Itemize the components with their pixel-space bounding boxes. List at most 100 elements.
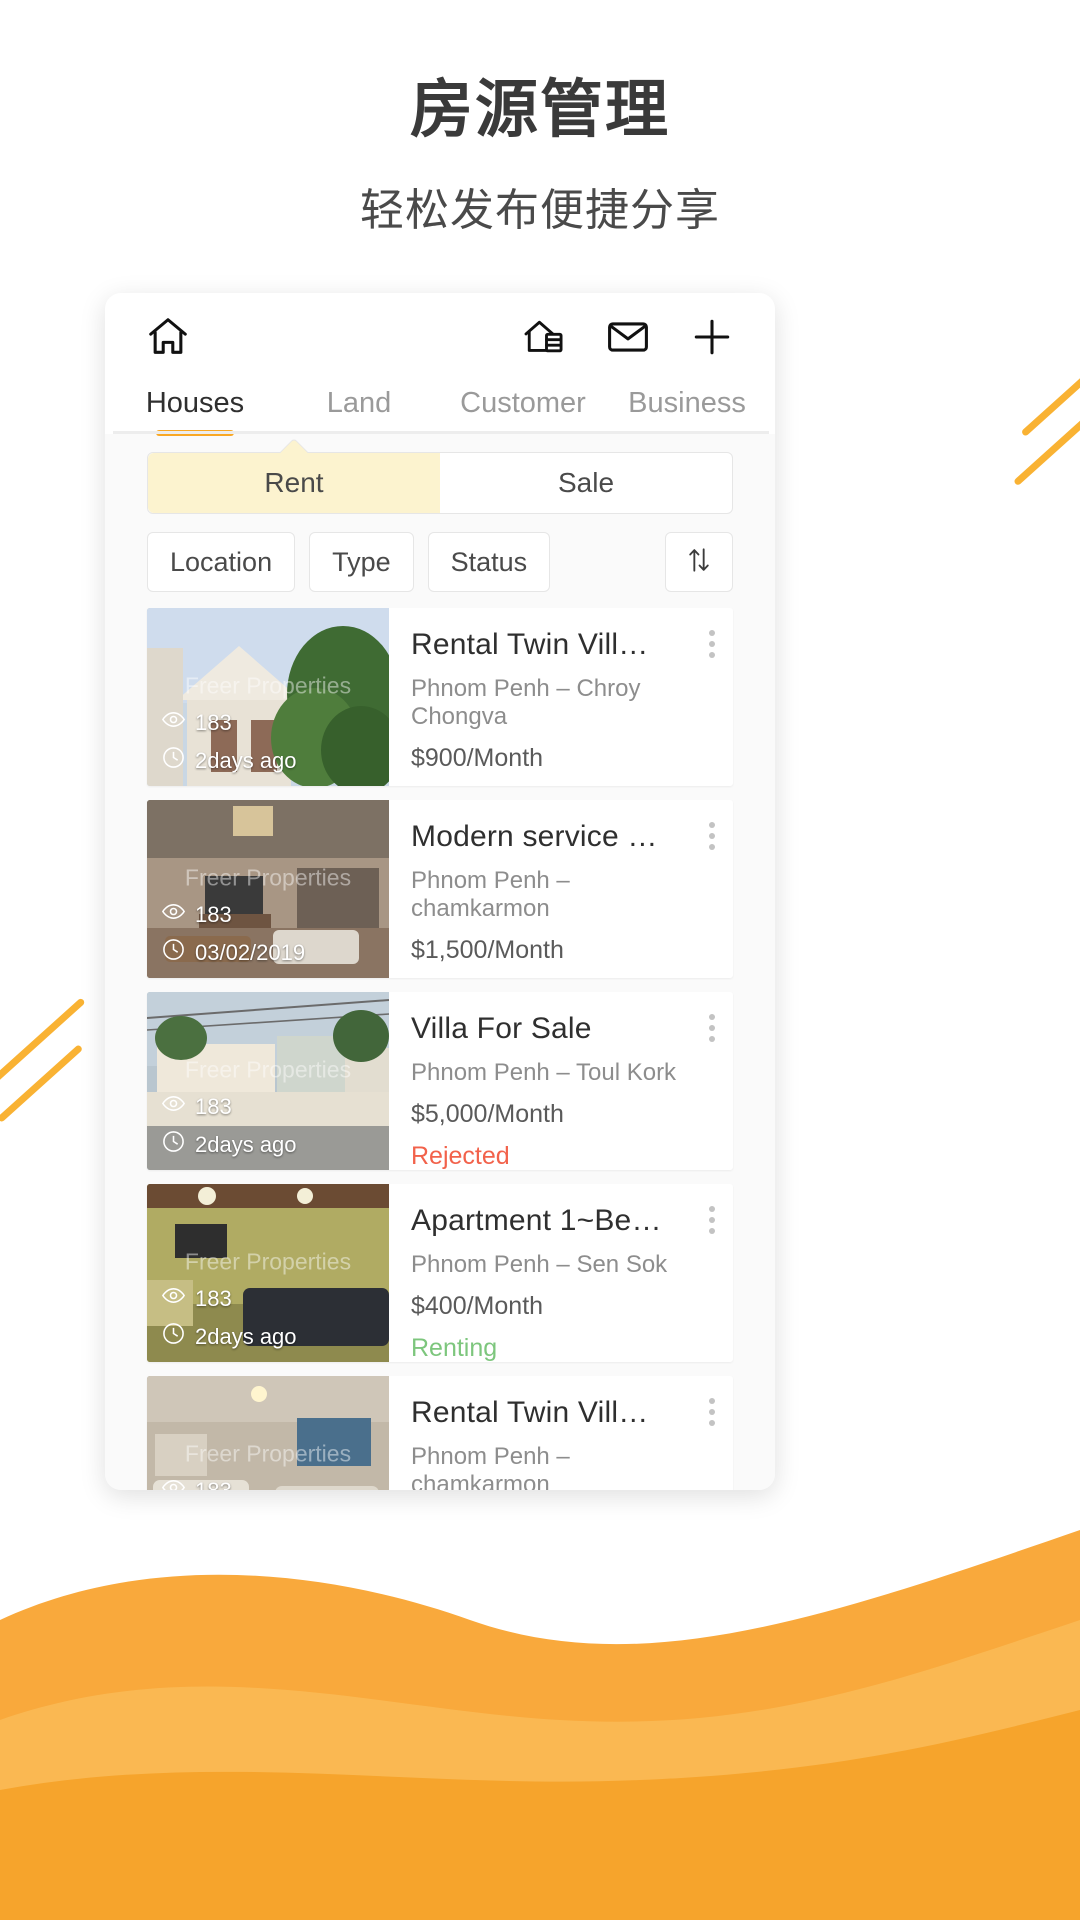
- clock-icon: [161, 937, 186, 968]
- listing-info: Villa For Sale Phnom Penh – Toul Kork $5…: [389, 992, 733, 1170]
- plus-icon[interactable]: [689, 314, 735, 360]
- thumbnail-meta: 183 2days ago: [161, 1276, 297, 1352]
- filter-status[interactable]: Status: [427, 532, 551, 592]
- segment-sale[interactable]: Sale: [440, 453, 732, 513]
- views-count: 183: [195, 901, 232, 927]
- views-count: 183: [195, 1093, 232, 1119]
- segment-active-notch: [279, 437, 309, 467]
- thumbnail-watermark: Freer Properties: [184, 1440, 352, 1467]
- thumbnail-meta: 183 03/02/2019: [161, 892, 305, 968]
- listing-info: Rental Twin Villa Chroy ... Phnom Penh –…: [389, 608, 733, 786]
- time-text: 2days ago: [195, 747, 297, 773]
- sort-button[interactable]: [665, 532, 733, 592]
- page-title: 房源管理: [410, 75, 670, 145]
- views-count: 183: [195, 1477, 232, 1491]
- thumbnail-watermark: Freer Properties: [184, 1248, 352, 1275]
- mail-icon[interactable]: [605, 314, 651, 360]
- listing-location: Phnom Penh – Toul Kork: [411, 1059, 677, 1086]
- clock-icon: [161, 1321, 186, 1352]
- eye-icon: [161, 707, 186, 738]
- listing-title: Modern service apartme ...: [411, 820, 711, 853]
- thumbnail-watermark: Freer Properties: [184, 1056, 352, 1083]
- rent-sale-toggle-wrapper: Rent Sale: [105, 434, 775, 514]
- listing-title: Villa For Sale: [411, 1012, 592, 1045]
- listing-card[interactable]: Freer Properties 183 2days ago: [147, 608, 733, 786]
- listing-title: Rental Twin Villa Chroy ...: [411, 628, 711, 661]
- tab-customer-label: Customer: [460, 387, 586, 419]
- views-row: 183: [161, 1283, 297, 1314]
- decor-stripe-right-1: [1020, 338, 1080, 437]
- segment-rent-label: Rent: [264, 467, 324, 498]
- views-count: 183: [195, 709, 232, 735]
- listing-list[interactable]: Freer Properties 183 2days ago Rental Tw…: [105, 608, 775, 1490]
- more-options-icon[interactable]: [709, 630, 715, 658]
- listing-status: Renting: [411, 1334, 498, 1362]
- filter-status-label: Status: [450, 546, 528, 577]
- more-options-icon[interactable]: [709, 822, 715, 850]
- time-row: 2days ago: [161, 745, 297, 776]
- listing-thumbnail[interactable]: Freer Properties 183 03/02/2019: [147, 800, 389, 978]
- tab-business-label: Business: [628, 387, 746, 419]
- segment-rent[interactable]: Rent: [148, 437, 440, 513]
- more-options-icon[interactable]: [709, 1206, 715, 1234]
- views-count: 183: [195, 1285, 232, 1311]
- thumbnail-watermark: Freer Properties: [184, 672, 352, 699]
- filter-type-label: Type: [332, 546, 391, 577]
- tab-land-label: Land: [326, 387, 392, 419]
- tab-land[interactable]: Land: [277, 381, 441, 434]
- listing-card[interactable]: Freer Properties 183 2days ago: [147, 992, 733, 1170]
- time-row: 2days ago: [161, 1129, 297, 1160]
- filter-type[interactable]: Type: [309, 532, 414, 592]
- listing-location: Phnom Penh – chamkarmon: [411, 867, 570, 922]
- listing-location: Phnom Penh – Chroy Chongva: [411, 675, 641, 730]
- listing-info: Modern service apartme ... Phnom Penh – …: [389, 800, 733, 978]
- listing-price: $1,500/Month: [411, 936, 564, 964]
- home-icon[interactable]: [145, 314, 191, 360]
- main-tabs: Houses Land Customer Business: [105, 381, 775, 436]
- thumbnail-meta: 183 2days ago: [161, 1084, 297, 1160]
- listing-status: Rejected: [411, 1142, 510, 1170]
- listing-location: Phnom Penh – Sen Sok: [411, 1251, 668, 1278]
- tab-houses-label: Houses: [145, 387, 245, 419]
- more-options-icon[interactable]: [709, 1014, 715, 1042]
- tab-business[interactable]: Business: [605, 381, 769, 434]
- time-text: 2days ago: [195, 1323, 297, 1349]
- filter-bar: Location Type Status: [105, 514, 775, 608]
- more-options-icon[interactable]: [709, 1398, 715, 1426]
- decor-stripe-left-2: [0, 1044, 84, 1123]
- clock-icon: [161, 1129, 186, 1160]
- thumbnail-meta: 183 2days ago: [161, 1468, 297, 1490]
- clock-icon: [161, 745, 186, 776]
- thumbnail-meta: 183 2days ago: [161, 700, 297, 776]
- views-row: 183: [161, 1091, 297, 1122]
- tabs-divider: [113, 431, 769, 434]
- time-text: 2days ago: [195, 1131, 297, 1157]
- page-heading: 房源管理 轻松发布便捷分享: [0, 0, 1080, 238]
- sort-updown-icon: [683, 544, 715, 581]
- listing-card[interactable]: Freer Properties 183 2days ago: [147, 1184, 733, 1362]
- phone-mockup: Houses Land Customer Business Rent Sale: [105, 293, 775, 1490]
- tab-houses[interactable]: Houses: [113, 381, 277, 436]
- filter-location[interactable]: Location: [147, 532, 296, 592]
- app-bar: [105, 293, 775, 381]
- tab-customer[interactable]: Customer: [441, 381, 605, 434]
- views-row: 183: [161, 899, 305, 930]
- house-list-icon[interactable]: [521, 314, 567, 360]
- listing-card[interactable]: Freer Properties 183 03/02/2019 Modern s…: [147, 800, 733, 978]
- listing-thumbnail[interactable]: Freer Properties 183 2days ago: [147, 1376, 389, 1490]
- listing-card[interactable]: Freer Properties 183 2days ago: [147, 1376, 733, 1490]
- eye-icon: [161, 1283, 186, 1314]
- listing-thumbnail[interactable]: Freer Properties 183 2days ago: [147, 1184, 389, 1362]
- listing-thumbnail[interactable]: Freer Properties 183 2days ago: [147, 608, 389, 786]
- segment-sale-label: Sale: [557, 467, 615, 498]
- rent-sale-segmented-control: Rent Sale: [147, 437, 733, 514]
- listing-title: Apartment 1~Bedroom for...: [411, 1204, 711, 1237]
- listing-info: Rental Twin Villa Chroy ... Phnom Penh –…: [389, 1376, 733, 1490]
- time-text: 03/02/2019: [195, 939, 306, 965]
- eye-icon: [161, 899, 186, 930]
- views-row: 183: [161, 707, 297, 738]
- listing-price: $900/Month: [411, 744, 544, 772]
- listing-thumbnail[interactable]: Freer Properties 183 2days ago: [147, 992, 389, 1170]
- eye-icon: [161, 1475, 186, 1490]
- listing-price: $5,000/Month: [411, 1100, 564, 1128]
